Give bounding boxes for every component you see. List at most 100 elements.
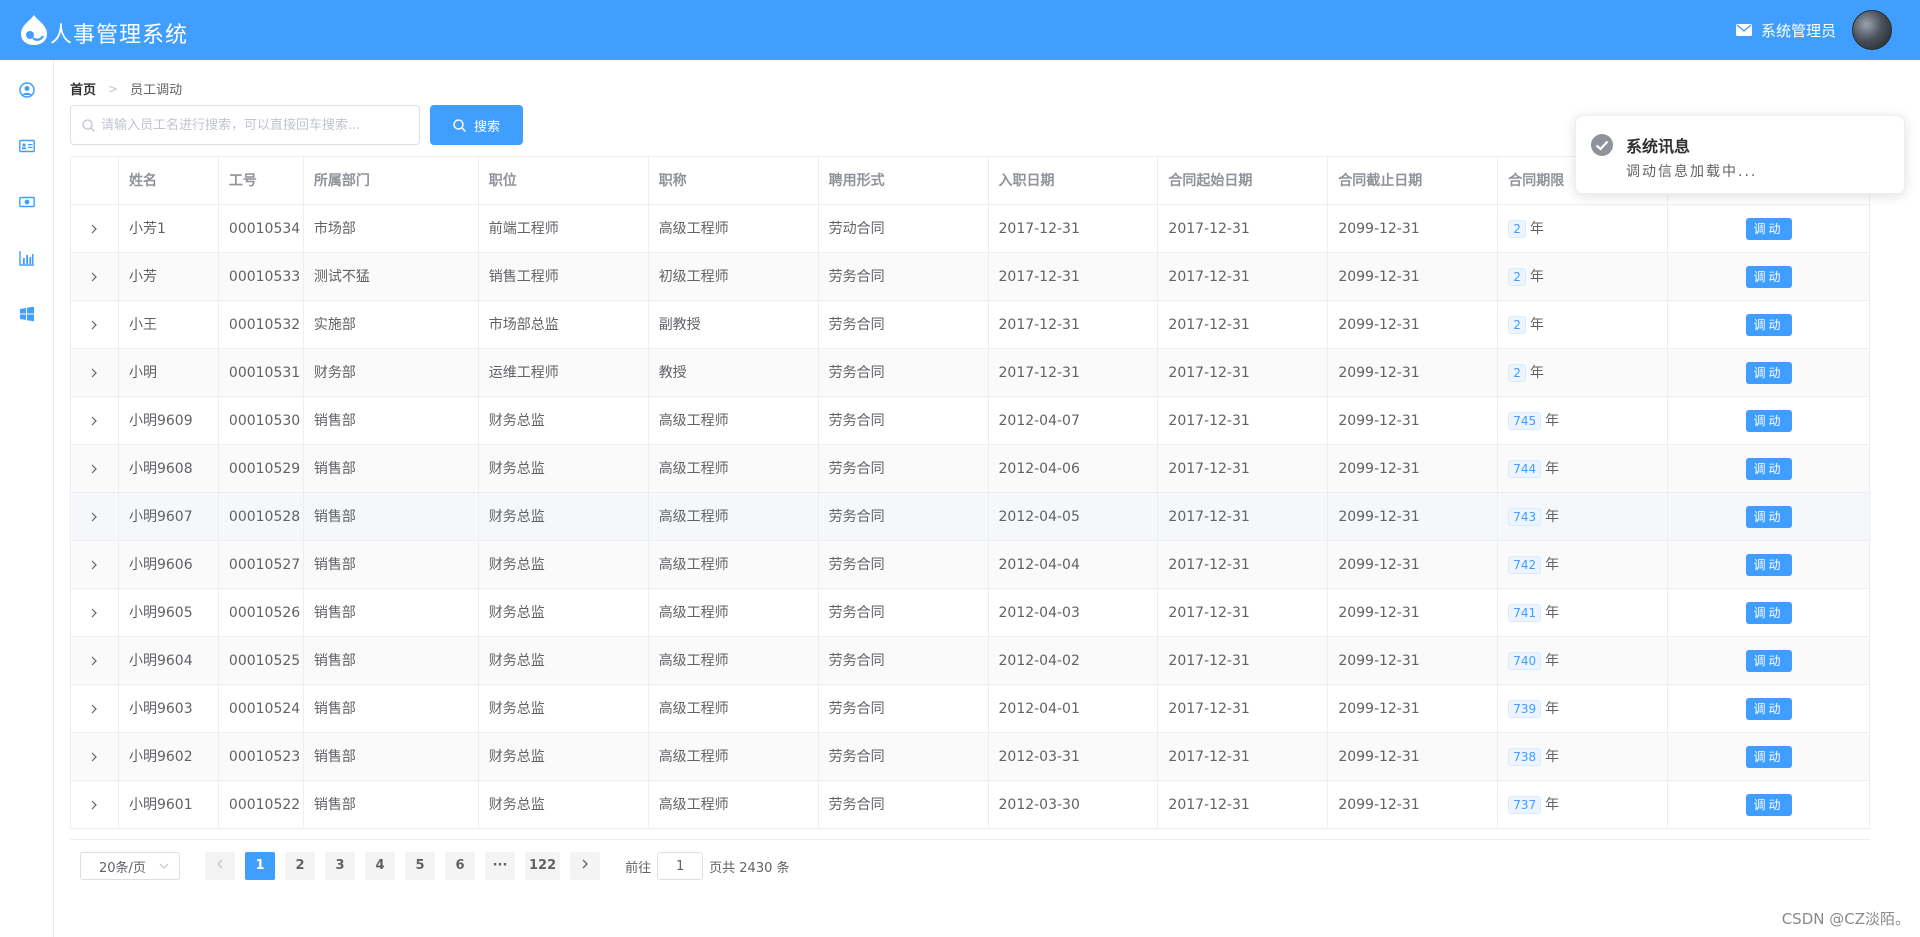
cell-contract-start: 2017-12-31: [1158, 445, 1329, 493]
user-menu[interactable]: 系统管理员: [1735, 9, 1892, 51]
goto-label: 前往: [625, 860, 652, 876]
transfer-button[interactable]: 调动: [1745, 506, 1792, 528]
cell-name: 小明9609: [119, 397, 219, 445]
goto-page-input[interactable]: [657, 852, 704, 880]
transfer-button[interactable]: 调动: [1745, 650, 1792, 672]
expand-cell: [71, 349, 119, 397]
table-row[interactable]: 小明9606 00010527 销售部 财务总监 高级工程师 劳务合同 2012-04-04…: [71, 541, 1870, 589]
cell-position: 财务总监: [479, 445, 649, 493]
id-card-icon[interactable]: [19, 138, 35, 154]
transfer-button[interactable]: 调动: [1745, 410, 1792, 432]
cell-title: 初级工程师: [649, 253, 819, 301]
table-row[interactable]: 小芳1 00010534 市场部 前端工程师 高级工程师 劳动合同 2017-12-31 20…: [71, 205, 1870, 253]
term-tag: 738: [1508, 748, 1542, 766]
cell-contract-end: 2099-12-31: [1328, 637, 1499, 685]
table-row[interactable]: 小明9602 00010523 销售部 财务总监 高级工程师 劳务合同 2012-03-31…: [71, 733, 1870, 781]
transfer-button[interactable]: 调动: [1745, 554, 1792, 576]
page-3[interactable]: 3: [325, 852, 355, 880]
page-2[interactable]: 2: [285, 852, 315, 880]
page-1[interactable]: 1: [245, 852, 275, 880]
expand-arrow-icon[interactable]: [90, 464, 98, 474]
transfer-button[interactable]: 调动: [1745, 794, 1792, 816]
term-tag: 2: [1508, 316, 1526, 334]
header-expand: [71, 157, 119, 205]
transfer-button[interactable]: 调动: [1745, 362, 1792, 384]
cell-term: 2年: [1498, 253, 1669, 301]
search-box: [70, 105, 420, 145]
cell-name: 小明9607: [119, 493, 219, 541]
cell-hire-date: 2017-12-31: [989, 301, 1159, 349]
page-4[interactable]: 4: [365, 852, 395, 880]
cell-employment: 劳务合同: [819, 733, 989, 781]
admin-name[interactable]: 系统管理员: [1761, 20, 1836, 41]
cell-position: 运维工程师: [479, 349, 649, 397]
expand-arrow-icon[interactable]: [90, 800, 98, 810]
cell-contract-end: 2099-12-31: [1328, 205, 1499, 253]
page-6[interactable]: 6: [445, 852, 475, 880]
header-contract-start: 合同起始日期: [1158, 157, 1329, 205]
table-row[interactable]: 小芳 00010533 测试不猛 销售工程师 初级工程师 劳务合同 2017-12-31 20…: [71, 253, 1870, 301]
expand-arrow-icon[interactable]: [90, 512, 98, 522]
expand-arrow-icon[interactable]: [90, 272, 98, 282]
search-icon: [453, 118, 466, 132]
table-row[interactable]: 小明9604 00010525 销售部 财务总监 高级工程师 劳务合同 2012-04-02…: [71, 637, 1870, 685]
transfer-button[interactable]: 调动: [1745, 698, 1792, 720]
cell-position: 财务总监: [479, 733, 649, 781]
transfer-button[interactable]: 调动: [1745, 218, 1792, 240]
transfer-button[interactable]: 调动: [1745, 314, 1792, 336]
term-unit: 年: [1545, 509, 1560, 525]
table-row[interactable]: 小明9607 00010528 销售部 财务总监 高级工程师 劳务合同 2012-04-05…: [71, 493, 1870, 541]
term-tag: 741: [1508, 604, 1542, 622]
cell-position: 财务总监: [479, 685, 649, 733]
search-button-label: 搜索: [473, 118, 500, 134]
cell-position: 前端工程师: [479, 205, 649, 253]
page-ellipsis[interactable]: ···: [485, 852, 515, 880]
transfer-button[interactable]: 调动: [1745, 746, 1792, 768]
search-input[interactable]: [101, 106, 411, 144]
table-row[interactable]: 小明9608 00010529 销售部 财务总监 高级工程师 劳务合同 2012-04-06…: [71, 445, 1870, 493]
expand-arrow-icon[interactable]: [90, 752, 98, 762]
breadcrumb-home[interactable]: 首页: [70, 79, 96, 98]
transfer-button[interactable]: 调动: [1745, 266, 1792, 288]
page-size-select[interactable]: 20条/页: [80, 852, 180, 880]
table-row[interactable]: 小明9601 00010522 销售部 财务总监 高级工程师 劳务合同 2012-03-30…: [71, 781, 1870, 829]
table-row[interactable]: 小明9609 00010530 销售部 财务总监 高级工程师 劳务合同 2012-04-07…: [71, 397, 1870, 445]
expand-arrow-icon[interactable]: [90, 704, 98, 714]
money-icon[interactable]: [19, 194, 35, 210]
cell-employment: 劳务合同: [819, 781, 989, 829]
cell-contract-end: 2099-12-31: [1328, 733, 1499, 781]
expand-arrow-icon[interactable]: [90, 416, 98, 426]
expand-arrow-icon[interactable]: [90, 224, 98, 234]
transfer-button[interactable]: 调动: [1745, 458, 1792, 480]
prev-page-button[interactable]: [205, 852, 235, 880]
header-position: 职位: [479, 157, 649, 205]
table-row[interactable]: 小明9603 00010524 销售部 财务总监 高级工程师 劳务合同 2012-04-01…: [71, 685, 1870, 733]
term-unit: 年: [1529, 221, 1544, 237]
expand-arrow-icon[interactable]: [90, 560, 98, 570]
cell-dept: 销售部: [304, 733, 479, 781]
expand-arrow-icon[interactable]: [90, 368, 98, 378]
cell-title: 副教授: [649, 301, 819, 349]
table-row[interactable]: 小明9605 00010526 销售部 财务总监 高级工程师 劳务合同 2012-04-03…: [71, 589, 1870, 637]
chevron-right-icon: [582, 859, 589, 869]
cell-hire-date: 2012-03-31: [989, 733, 1159, 781]
bar-chart-icon[interactable]: [19, 250, 35, 266]
expand-arrow-icon[interactable]: [90, 656, 98, 666]
expand-arrow-icon[interactable]: [90, 320, 98, 330]
windows-icon[interactable]: [19, 306, 35, 322]
table-row[interactable]: 小明 00010531 财务部 运维工程师 教授 劳务合同 2017-12-31 2017-1…: [71, 349, 1870, 397]
expand-arrow-icon[interactable]: [90, 608, 98, 618]
cell-term: 743 年: [1498, 493, 1669, 541]
cell-name: 小王: [119, 301, 219, 349]
page-5[interactable]: 5: [405, 852, 435, 880]
cell-term: 2年: [1498, 301, 1669, 349]
page-122[interactable]: 122: [525, 852, 561, 880]
next-page-button[interactable]: [570, 852, 601, 880]
user-circle-icon[interactable]: [19, 82, 35, 98]
search-button[interactable]: 搜索: [430, 105, 523, 145]
cell-term: 741 年: [1498, 589, 1669, 637]
transfer-button[interactable]: 调动: [1745, 602, 1792, 624]
table-row[interactable]: 小王 00010532 实施部 市场部总监 副教授 劳务合同 2017-12-31 2017-…: [71, 301, 1870, 349]
avatar[interactable]: [1852, 10, 1892, 50]
cell-position: 财务总监: [479, 541, 649, 589]
